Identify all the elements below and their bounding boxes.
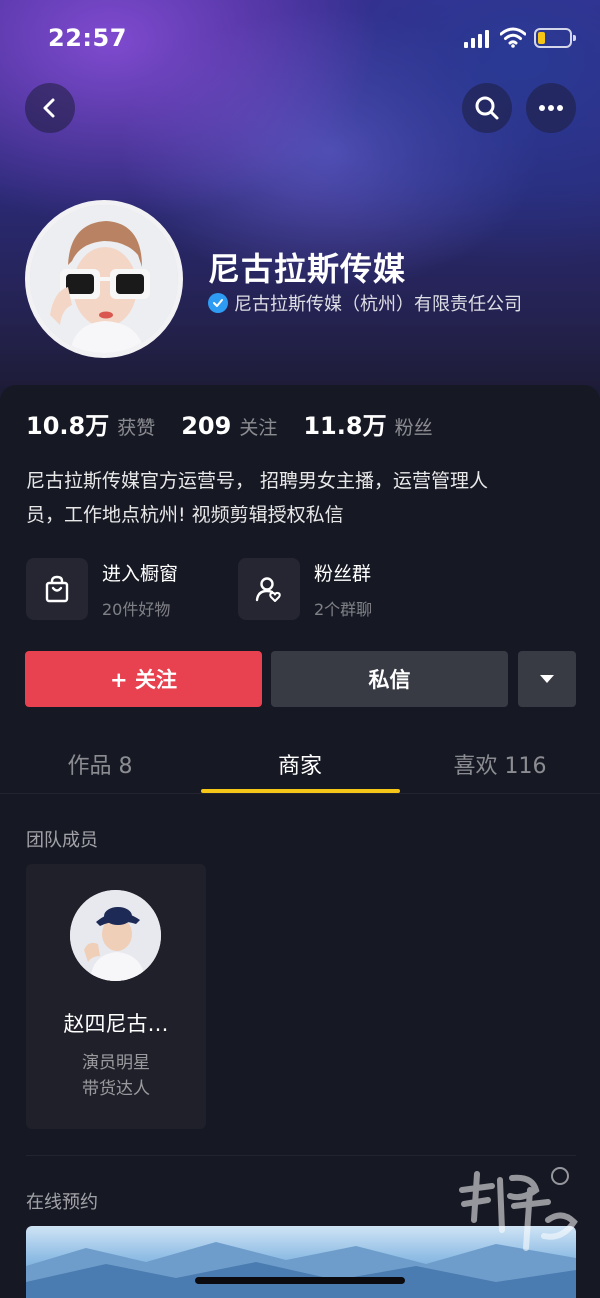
more-dots-icon	[539, 105, 563, 111]
wifi-icon	[499, 26, 527, 48]
back-button[interactable]	[25, 83, 75, 133]
showcase-title: 进入橱窗	[102, 562, 179, 585]
likes-count: 10.8万	[26, 412, 110, 440]
fan-group-entry[interactable]: 粉丝群 2个群聊	[238, 558, 372, 620]
verified-badge-icon	[208, 293, 228, 313]
avatar-photo	[30, 205, 178, 353]
following-label[interactable]: 关注	[239, 413, 277, 440]
chevron-left-icon	[43, 98, 55, 118]
profile-bio: 尼古拉斯传媒官方运营号， 招聘男女主播，运营管理人 员，工作地点杭州! 视频剪辑…	[26, 464, 578, 532]
profile-avatar[interactable]	[25, 200, 183, 358]
bio-line: 员，工作地点杭州! 视频剪辑授权私信	[26, 504, 344, 526]
team-member-card[interactable]: 赵四尼古… 演员明星 带货达人	[26, 864, 206, 1129]
booking-section-title: 在线预约	[26, 1192, 98, 1213]
tab-merchant[interactable]: 商家	[200, 748, 400, 780]
watermark-logo	[452, 1160, 582, 1260]
active-tab-indicator	[201, 789, 400, 793]
following-count[interactable]: 209	[181, 412, 231, 440]
showcase-subtitle: 20件好物	[102, 599, 171, 619]
verification-text: 尼古拉斯传媒（杭州）有限责任公司	[234, 294, 522, 315]
member-tag: 演员明星	[82, 1053, 150, 1073]
followers-count[interactable]: 11.8万	[303, 406, 386, 441]
tab-works[interactable]: 作品 8	[0, 748, 200, 780]
shopping-bag-icon	[26, 558, 88, 620]
fan-group-icon	[238, 558, 300, 620]
profile-stats: 10.8万 获赞 209 关注 11.8万 粉丝	[26, 406, 459, 441]
status-bar: 22:57	[0, 0, 600, 80]
bio-line: 尼古拉斯传媒官方运营号， 招聘男女主播，运营管理人	[26, 470, 489, 492]
status-time: 22:57	[48, 24, 127, 52]
caret-down-icon	[540, 675, 554, 683]
fan-group-subtitle: 2个群聊	[314, 599, 373, 619]
fan-group-title: 粉丝群	[314, 562, 372, 585]
member-name: 赵四尼古…	[63, 1012, 169, 1036]
more-options-button[interactable]	[526, 83, 576, 133]
battery-icon	[534, 28, 576, 48]
likes-label: 获赞	[117, 417, 156, 439]
search-button[interactable]	[462, 83, 512, 133]
tab-likes[interactable]: 喜欢 116	[400, 748, 600, 780]
section-divider	[26, 1155, 576, 1156]
message-button[interactable]: 私信	[271, 651, 508, 707]
team-section-title: 团队成员	[26, 830, 98, 851]
profile-name: 尼古拉斯传媒	[208, 250, 407, 288]
recommend-dropdown-button[interactable]	[518, 651, 576, 707]
home-indicator[interactable]	[195, 1277, 405, 1284]
verification-info: 尼古拉斯传媒（杭州）有限责任公司	[208, 290, 522, 316]
cellular-signal-icon	[464, 30, 492, 48]
search-icon	[475, 96, 499, 120]
followers-label[interactable]: 粉丝	[395, 413, 433, 440]
member-avatar	[70, 890, 161, 981]
showcase-entry[interactable]: 进入橱窗 20件好物	[26, 558, 178, 620]
profile-tabs: 作品 8 商家 喜欢 116	[0, 734, 600, 794]
follow-button[interactable]: + 关注	[25, 651, 262, 707]
member-tag: 带货达人	[82, 1079, 150, 1099]
